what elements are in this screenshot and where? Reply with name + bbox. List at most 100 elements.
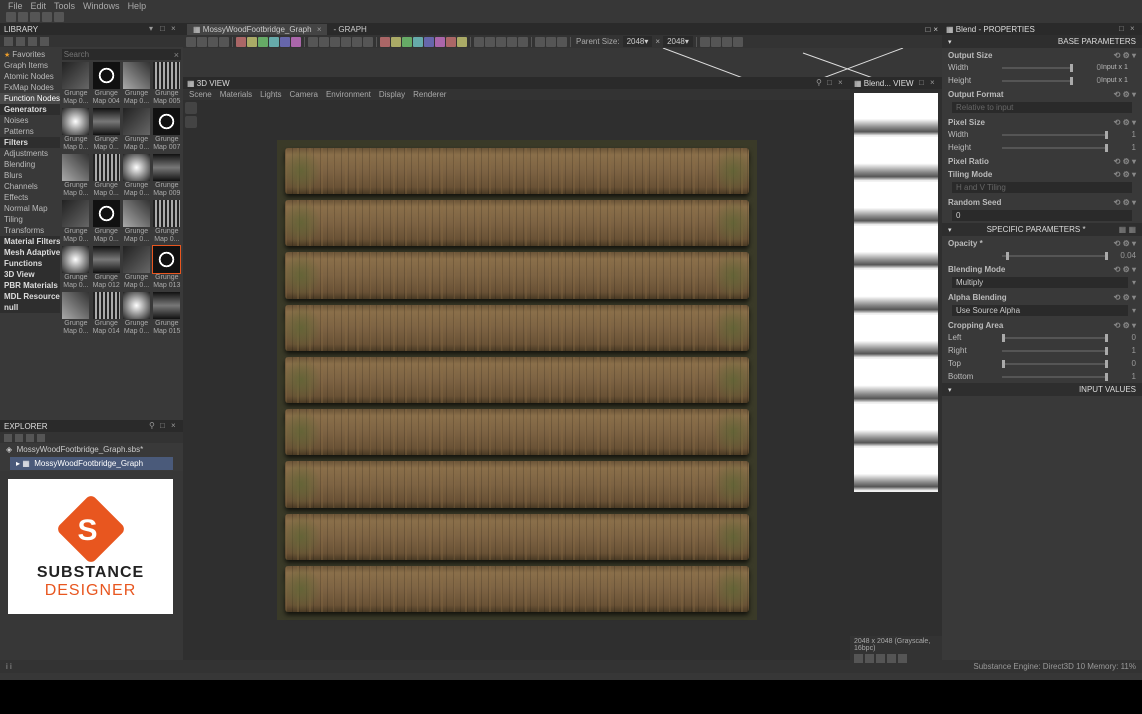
node-color-icon[interactable]: [247, 37, 257, 47]
explorer-file[interactable]: ◈ MossyWoodFootbridge_Graph.sbs*: [0, 443, 183, 456]
graph-tool-icon[interactable]: [380, 37, 390, 47]
lib-icon-1[interactable]: [4, 37, 13, 46]
view3d-camera[interactable]: Camera: [290, 90, 318, 99]
alpha-blending-dropdown[interactable]: Use Source Alpha: [952, 305, 1128, 316]
graph-tool-icon[interactable]: [485, 37, 495, 47]
exp-refresh-icon[interactable]: [4, 434, 12, 442]
view3d-materials[interactable]: Materials: [220, 90, 252, 99]
tree-item[interactable]: Material Filters: [0, 236, 60, 247]
tree-item[interactable]: Blurs: [0, 170, 60, 181]
view3d-lights[interactable]: Lights: [260, 90, 281, 99]
maximize-icon[interactable]: □: [827, 79, 835, 87]
close-icon[interactable]: ×: [930, 79, 938, 87]
tree-item[interactable]: Blending: [0, 159, 60, 170]
home-icon[interactable]: [6, 12, 16, 22]
graph-tool-icon[interactable]: [319, 37, 329, 47]
tree-item[interactable]: Patterns: [0, 126, 60, 137]
view2d-tool-icon[interactable]: [887, 654, 896, 663]
thumbnail[interactable]: Grunge Map 0...: [122, 292, 150, 336]
thumbnail[interactable]: Grunge Map 014: [92, 292, 120, 336]
graph-tool-icon[interactable]: [197, 37, 207, 47]
thumbnail[interactable]: Grunge Map 015: [153, 292, 181, 336]
tree-item[interactable]: Tiling: [0, 214, 60, 225]
tree-item[interactable]: MDL Resources: [0, 291, 60, 302]
menu-windows[interactable]: Windows: [83, 1, 120, 11]
graph-canvas[interactable]: [183, 48, 942, 77]
specific-parameters-section[interactable]: SPECIFIC PARAMETERS *▦ ▦: [942, 223, 1142, 236]
panel-menu-icon[interactable]: ▾: [149, 25, 157, 33]
thumbnail[interactable]: Grunge Map 0...: [92, 154, 120, 198]
close-icon[interactable]: ×: [171, 422, 179, 430]
menu-file[interactable]: File: [8, 1, 23, 11]
parent-width-dropdown[interactable]: 2048 ▾: [623, 36, 653, 47]
search-clear-icon[interactable]: ×: [174, 50, 179, 60]
node-color-icon[interactable]: [291, 37, 301, 47]
blending-mode-dropdown[interactable]: Multiply: [952, 277, 1128, 288]
tiling-mode-dropdown[interactable]: H and V Tiling: [952, 182, 1132, 193]
input-values-section[interactable]: INPUT VALUES: [942, 383, 1142, 396]
thumbnail[interactable]: Grunge Map 009: [153, 154, 181, 198]
graph-tool-icon[interactable]: [413, 37, 423, 47]
thumbnail[interactable]: Grunge Map 0...: [122, 108, 150, 152]
menu-help[interactable]: Help: [128, 1, 147, 11]
open-icon[interactable]: [42, 12, 52, 22]
view2d-viewport[interactable]: [850, 89, 942, 636]
lib-icon-2[interactable]: [16, 37, 25, 46]
graph-tool-icon[interactable]: [457, 37, 467, 47]
maximize-icon[interactable]: □: [919, 79, 927, 87]
thumbnail[interactable]: Grunge Map 0...: [122, 200, 150, 244]
close-icon[interactable]: ×: [171, 25, 179, 33]
close-icon[interactable]: ×: [933, 25, 938, 34]
graph-tool-icon[interactable]: [341, 37, 351, 47]
crop-right-slider[interactable]: [1002, 350, 1108, 352]
tree-item[interactable]: FxMap Nodes: [0, 82, 60, 93]
close-icon[interactable]: ×: [1130, 25, 1138, 33]
thumbnail[interactable]: Grunge Map 007: [153, 108, 181, 152]
graph-tool-icon[interactable]: [435, 37, 445, 47]
viewport-tool-icon[interactable]: [185, 102, 197, 114]
crop-bottom-slider[interactable]: [1002, 376, 1108, 378]
width-slider[interactable]: [1002, 67, 1073, 69]
thumbnail[interactable]: Grunge Map 0...: [122, 154, 150, 198]
random-seed-input[interactable]: 0: [952, 210, 1132, 221]
graph-tool-icon[interactable]: [535, 37, 545, 47]
tree-item[interactable]: Graph Items: [0, 60, 60, 71]
maximize-icon[interactable]: □: [925, 25, 930, 34]
graph-tool-icon[interactable]: [496, 37, 506, 47]
tree-item[interactable]: Filters: [0, 137, 60, 148]
viewport-tool-icon[interactable]: [185, 116, 197, 128]
lib-icon-3[interactable]: [28, 37, 37, 46]
thumbnail[interactable]: Grunge Map 0...: [62, 108, 90, 152]
search-input[interactable]: [64, 50, 174, 59]
viewport-3d[interactable]: [183, 100, 850, 660]
exp-save-icon[interactable]: [15, 434, 23, 442]
view3d-scene[interactable]: Scene: [189, 90, 212, 99]
tree-item[interactable]: Adjustments: [0, 148, 60, 159]
thumbnail[interactable]: Grunge Map 0...: [153, 200, 181, 244]
pin-icon[interactable]: ⚲: [816, 79, 824, 87]
view3d-environment[interactable]: Environment: [326, 90, 371, 99]
thumbnail[interactable]: Grunge Map 0...: [62, 292, 90, 336]
graph-tool-icon[interactable]: [507, 37, 517, 47]
menu-tools[interactable]: Tools: [54, 1, 75, 11]
thumbnail[interactable]: Grunge Map 0...: [92, 108, 120, 152]
thumbnail[interactable]: Grunge Map 005: [153, 62, 181, 106]
tree-item[interactable]: Functions: [0, 258, 60, 269]
graph-tool-icon[interactable]: [557, 37, 567, 47]
graph-tool-icon[interactable]: [700, 37, 710, 47]
graph-tool-icon[interactable]: [186, 37, 196, 47]
pixel-height-slider[interactable]: [1002, 147, 1108, 149]
tree-item[interactable]: null: [0, 302, 60, 313]
view2d-tool-icon[interactable]: [898, 654, 907, 663]
graph-tool-icon[interactable]: [518, 37, 528, 47]
menu-edit[interactable]: Edit: [31, 1, 47, 11]
pixel-width-slider[interactable]: [1002, 134, 1108, 136]
graph-tool-icon[interactable]: [219, 37, 229, 47]
tree-item[interactable]: Generators: [0, 104, 60, 115]
thumbnail[interactable]: Grunge Map 0...: [62, 200, 90, 244]
tree-item[interactable]: Noises: [0, 115, 60, 126]
lib-icon-4[interactable]: [40, 37, 49, 46]
graph-tool-icon[interactable]: [546, 37, 556, 47]
save-icon[interactable]: [30, 12, 40, 22]
graph-tool-icon[interactable]: [711, 37, 721, 47]
